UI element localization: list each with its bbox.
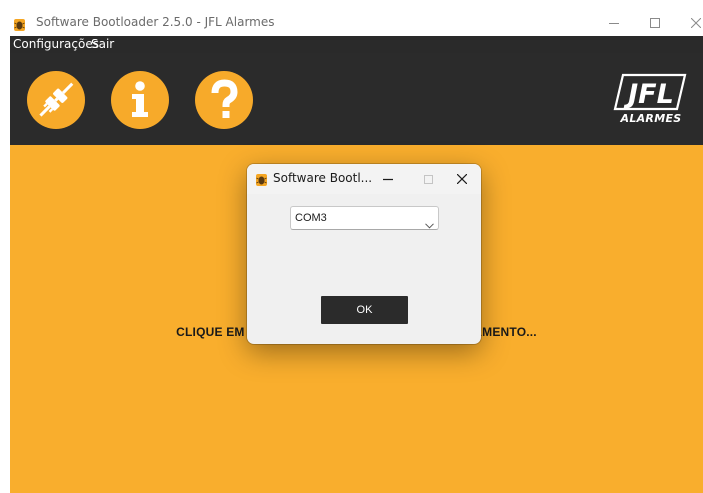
close-button[interactable] (678, 10, 703, 36)
window-titlebar[interactable]: Software Bootloader 2.5.0 - JFL Alarmes (10, 10, 703, 36)
minimize-icon (383, 178, 393, 181)
menu-bar: Configurações Sair (10, 36, 703, 53)
maximize-icon (423, 174, 433, 184)
dialog-bug-icon (256, 171, 267, 186)
app-bug-icon (14, 16, 25, 31)
help-button[interactable] (195, 71, 253, 129)
toolbar: JFL ALARMES (10, 53, 703, 145)
info-button[interactable] (111, 71, 169, 129)
close-icon (691, 18, 701, 28)
dialog-close-button[interactable] (443, 164, 481, 194)
dialog-title: Software Bootl... (273, 171, 373, 185)
minimize-icon (609, 23, 619, 24)
close-icon (457, 174, 467, 184)
dialog-titlebar[interactable]: Software Bootl... (247, 164, 481, 194)
window-title: Software Bootloader 2.5.0 - JFL Alarmes (36, 15, 275, 29)
logo-subtitle: ALARMES (620, 112, 682, 125)
jfl-logo: JFL ALARMES (612, 72, 690, 130)
plug-connect-icon (39, 82, 74, 117)
dialog-maximize-button (409, 164, 447, 194)
logo-mark: JFL (623, 79, 674, 110)
help-icon (211, 79, 238, 118)
menu-configuracoes[interactable]: Configurações (13, 37, 99, 51)
menu-sair[interactable]: Sair (91, 37, 114, 51)
maximize-icon (650, 18, 660, 28)
com-port-value: COM3 (295, 212, 327, 224)
port-select-dialog: Software Bootl... COM3 OK (247, 164, 481, 344)
info-icon (132, 81, 148, 117)
connect-button[interactable] (27, 71, 85, 129)
com-port-select[interactable]: COM3 (290, 206, 439, 230)
app-window: Software Bootloader 2.5.0 - JFL Alarmes … (10, 10, 703, 493)
minimize-button[interactable] (596, 10, 632, 36)
dialog-minimize-button[interactable] (369, 164, 407, 194)
chevron-down-icon (425, 214, 434, 233)
ok-button[interactable]: OK (321, 296, 408, 324)
maximize-button[interactable] (637, 10, 673, 36)
